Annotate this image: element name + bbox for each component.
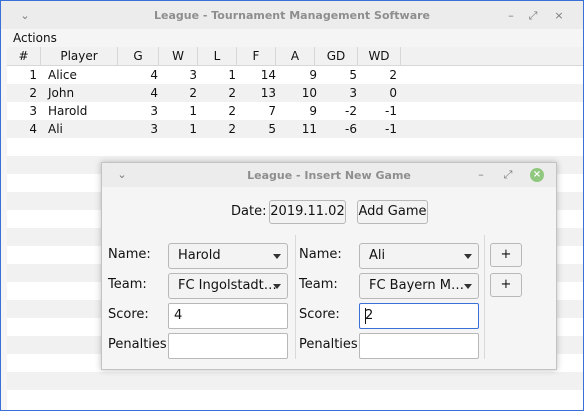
chevron-down-icon xyxy=(273,284,281,289)
cell-games: 4 xyxy=(150,86,158,100)
cell-games: 3 xyxy=(150,122,158,136)
left-score-label: Score: xyxy=(108,307,149,322)
date-button[interactable]: 2019.11.02 xyxy=(269,200,346,224)
left-penalties-label: Penalties: xyxy=(108,337,172,352)
table-row[interactable]: 2 John 4 2 2 13 10 3 0 xyxy=(7,84,583,102)
date-label: Date: xyxy=(231,204,267,219)
right-penalties-label: Penalties: xyxy=(299,337,363,352)
col-header-rank[interactable]: # xyxy=(7,47,40,65)
col-header-win-diff[interactable]: WD xyxy=(358,47,400,65)
col-header-wins[interactable]: W xyxy=(159,47,197,65)
text-caret xyxy=(365,308,366,324)
cell-for: 7 xyxy=(268,104,276,118)
cell-against: 10 xyxy=(301,86,317,100)
column-divider xyxy=(295,235,296,359)
menu-actions[interactable]: Actions xyxy=(13,29,57,47)
right-name-label: Name: xyxy=(299,247,342,262)
chevron-down-icon xyxy=(464,254,472,259)
cell-win-diff: -1 xyxy=(385,122,397,136)
left-score-input[interactable]: 4 xyxy=(168,303,288,329)
dialog-restore-icon[interactable]: ⤢ xyxy=(500,167,516,183)
col-header-against[interactable]: A xyxy=(276,47,314,65)
cell-rank: 3 xyxy=(29,104,37,118)
dialog-minimize-icon[interactable]: – xyxy=(473,167,489,183)
cell-losses: 1 xyxy=(228,68,236,82)
cell-goal-diff: 3 xyxy=(349,86,357,100)
col-header-goal-diff[interactable]: GD xyxy=(315,47,357,65)
cell-rank: 2 xyxy=(29,86,37,100)
dialog-titlebar[interactable]: ⌄ League - Insert New Game – ⤢ × xyxy=(102,163,556,187)
col-header-losses[interactable]: L xyxy=(198,47,236,65)
cell-wins: 3 xyxy=(189,68,197,82)
cell-losses: 2 xyxy=(228,122,236,136)
dialog-close-icon[interactable]: × xyxy=(530,168,544,182)
cell-games: 4 xyxy=(150,68,158,82)
cell-goal-diff: -2 xyxy=(345,104,357,118)
cell-player: Harold xyxy=(48,104,88,118)
menubar: Actions xyxy=(1,29,583,47)
cell-rank: 4 xyxy=(29,122,37,136)
cell-player: Ali xyxy=(48,122,63,136)
cell-against: 9 xyxy=(309,104,317,118)
col-header-for[interactable]: F xyxy=(237,47,275,65)
left-player-select[interactable]: Harold xyxy=(168,243,288,269)
cell-for: 5 xyxy=(268,122,276,136)
cell-win-diff: 2 xyxy=(389,68,397,82)
right-team-label: Team: xyxy=(299,277,338,292)
left-team-select[interactable]: FC Ingolstadt… xyxy=(168,273,288,299)
column-divider xyxy=(484,235,485,359)
left-team-label: Team: xyxy=(108,277,147,292)
minimize-icon[interactable]: – xyxy=(503,8,519,24)
chevron-down-icon xyxy=(273,254,281,259)
cell-player: John xyxy=(48,86,75,100)
table-row[interactable]: 4 Ali 3 1 2 5 11 -6 -1 xyxy=(7,120,583,138)
cell-wins: 2 xyxy=(189,86,197,100)
col-header-games[interactable]: G xyxy=(118,47,158,65)
cell-losses: 2 xyxy=(228,104,236,118)
cell-for: 14 xyxy=(260,68,276,82)
insert-game-dialog: ⌄ League - Insert New Game – ⤢ × Date: 2… xyxy=(101,162,557,370)
right-score-label: Score: xyxy=(299,307,340,322)
cell-goal-diff: -6 xyxy=(345,122,357,136)
cell-losses: 2 xyxy=(228,86,236,100)
cell-goal-diff: 5 xyxy=(349,68,357,82)
left-name-label: Name: xyxy=(108,247,151,262)
table-header: # Player G W L F A GD WD xyxy=(7,47,583,66)
right-player-select[interactable]: Ali xyxy=(359,243,479,269)
main-titlebar[interactable]: ⌄ League - Tournament Management Softwar… xyxy=(1,1,583,31)
add-player-button[interactable]: + xyxy=(490,243,522,267)
cell-against: 9 xyxy=(309,68,317,82)
right-score-input[interactable]: 2 xyxy=(359,303,479,329)
cell-wins: 1 xyxy=(189,104,197,118)
cell-games: 3 xyxy=(150,104,158,118)
cell-win-diff: -1 xyxy=(385,104,397,118)
cell-wins: 1 xyxy=(189,122,197,136)
col-header-player[interactable]: Player xyxy=(41,47,117,65)
right-penalties-input[interactable] xyxy=(359,333,479,359)
restore-icon[interactable]: ⤢ xyxy=(525,8,541,24)
cell-for: 13 xyxy=(260,86,276,100)
left-penalties-input[interactable] xyxy=(168,333,288,359)
chevron-down-icon xyxy=(464,284,472,289)
cell-rank: 1 xyxy=(29,68,37,82)
cell-win-diff: 0 xyxy=(389,86,397,100)
right-team-select[interactable]: FC Bayern M… xyxy=(359,273,479,299)
cell-against: 11 xyxy=(301,122,317,136)
add-game-button[interactable]: Add Game xyxy=(357,200,428,224)
table-row[interactable]: 1 Alice 4 3 1 14 9 5 2 xyxy=(7,66,583,84)
window-title: League - Tournament Management Software xyxy=(153,9,431,22)
add-team-button[interactable]: + xyxy=(490,273,522,297)
cell-player: Alice xyxy=(48,68,77,82)
table-row[interactable]: 3 Harold 3 1 2 7 9 -2 -1 xyxy=(7,102,583,120)
close-icon[interactable]: × xyxy=(551,8,567,24)
